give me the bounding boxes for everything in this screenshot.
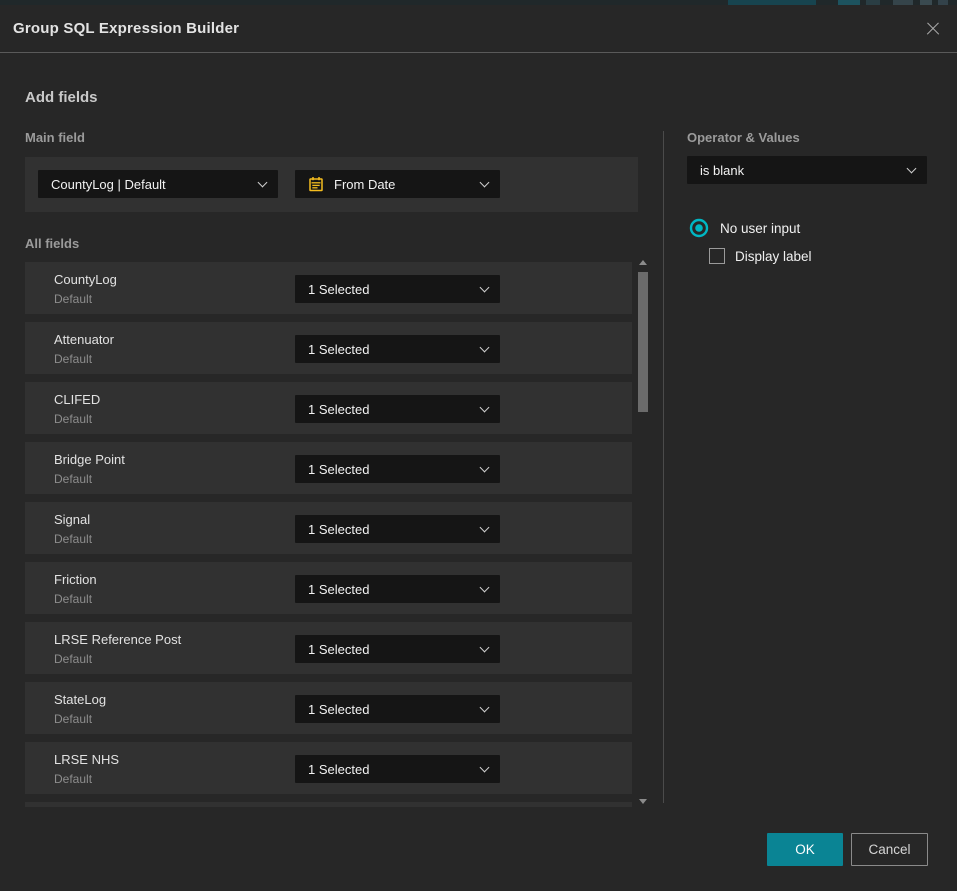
ok-button[interactable]: OK xyxy=(767,833,843,866)
field-row: CountyLog Default 1 Selected xyxy=(25,262,632,314)
field-row-selected: 1 Selected xyxy=(308,582,473,597)
dialog-title: Group SQL Expression Builder xyxy=(13,20,239,37)
field-row-selected: 1 Selected xyxy=(308,462,473,477)
field-row-selected: 1 Selected xyxy=(308,702,473,717)
field-row-name: LRSE NHS xyxy=(54,752,119,767)
field-row-sub: Default xyxy=(54,472,92,486)
main-field-layer-value: CountyLog | Default xyxy=(51,177,251,192)
fields-list-scrollbar[interactable] xyxy=(638,258,648,806)
field-row-selected: 1 Selected xyxy=(308,522,473,537)
field-row-name: StateLog xyxy=(54,692,106,707)
field-row-name: LRSE Reference Post xyxy=(54,632,181,647)
field-row-name: Friction xyxy=(54,572,97,587)
field-row-sub: Default xyxy=(54,532,92,546)
main-field-field-select[interactable]: From Date xyxy=(295,170,500,198)
field-row-selected: 1 Selected xyxy=(308,762,473,777)
field-row: Friction Default 1 Selected xyxy=(25,562,632,614)
chevron-down-icon xyxy=(480,702,490,712)
scrollbar-down-arrow-icon[interactable] xyxy=(639,799,647,804)
field-row: StateLog Default 1 Selected xyxy=(25,682,632,734)
operator-value: is blank xyxy=(700,163,900,178)
panel-divider xyxy=(663,131,664,803)
field-row-name: Signal xyxy=(54,512,90,527)
field-row-sub: Default xyxy=(54,652,92,666)
main-field-layer-select[interactable]: CountyLog | Default xyxy=(38,170,278,198)
field-row-selected: 1 Selected xyxy=(308,402,473,417)
chevron-down-icon xyxy=(480,642,490,652)
chevron-down-icon xyxy=(480,342,490,352)
checkbox-unchecked-icon xyxy=(709,248,725,264)
field-row-selected-dropdown[interactable]: 1 Selected xyxy=(295,335,500,363)
cancel-button[interactable]: Cancel xyxy=(851,833,928,866)
field-row: Attenuator Default 1 Selected xyxy=(25,322,632,374)
field-row-selected-dropdown[interactable]: 1 Selected xyxy=(295,755,500,783)
chevron-down-icon xyxy=(480,582,490,592)
display-label-label: Display label xyxy=(735,249,812,264)
field-row: Bridge Point Default 1 Selected xyxy=(25,442,632,494)
scrollbar-up-arrow-icon[interactable] xyxy=(639,260,647,265)
group-sql-expression-builder-dialog: Group SQL Expression Builder Add fields … xyxy=(0,5,957,891)
chevron-down-icon xyxy=(480,762,490,772)
field-row-sub: Default xyxy=(54,352,92,366)
radio-selected-icon xyxy=(689,218,709,238)
operator-select[interactable]: is blank xyxy=(687,156,927,184)
field-row-selected: 1 Selected xyxy=(308,642,473,657)
field-row-selected-dropdown[interactable]: 1 Selected xyxy=(295,395,500,423)
field-row-sub: Default xyxy=(54,292,92,306)
field-row-sub: Default xyxy=(54,412,92,426)
field-row-sub: Default xyxy=(54,592,92,606)
field-row-selected-dropdown[interactable]: 1 Selected xyxy=(295,455,500,483)
chevron-down-icon xyxy=(480,462,490,472)
field-row: LRSE Reference Post Default 1 Selected xyxy=(25,622,632,674)
scrollbar-thumb[interactable] xyxy=(638,272,648,412)
main-field-panel: CountyLog | Default From Date xyxy=(25,157,638,212)
all-fields-list: CountyLog Default 1 Selected Attenuator … xyxy=(25,262,632,807)
field-row-sub: Default xyxy=(54,712,92,726)
field-row-selected-dropdown[interactable]: 1 Selected xyxy=(295,695,500,723)
close-button[interactable] xyxy=(923,19,943,39)
field-row-name: Attenuator xyxy=(54,332,114,347)
operator-values-label: Operator & Values xyxy=(687,130,800,145)
field-row-sub: Default xyxy=(54,772,92,786)
no-user-input-radio[interactable]: No user input xyxy=(689,218,800,238)
field-row-selected: 1 Selected xyxy=(308,282,473,297)
no-user-input-label: No user input xyxy=(720,221,800,236)
calendar-icon xyxy=(308,176,324,192)
main-field-field-value: From Date xyxy=(334,177,473,192)
field-row: LRSE NHS Default 1 Selected xyxy=(25,742,632,794)
add-fields-heading: Add fields xyxy=(25,89,98,106)
chevron-down-icon xyxy=(480,522,490,532)
chevron-down-icon xyxy=(480,177,490,187)
field-row-name: CountyLog xyxy=(54,272,117,287)
field-row-selected-dropdown[interactable]: 1 Selected xyxy=(295,275,500,303)
all-fields-label: All fields xyxy=(25,236,79,251)
main-field-label: Main field xyxy=(25,130,85,145)
chevron-down-icon xyxy=(907,163,917,173)
dialog-titlebar: Group SQL Expression Builder xyxy=(0,5,957,53)
field-row-selected-dropdown[interactable]: 1 Selected xyxy=(295,515,500,543)
field-row: CLIFED Default 1 Selected xyxy=(25,382,632,434)
chevron-down-icon xyxy=(480,402,490,412)
field-row-selected: 1 Selected xyxy=(308,342,473,357)
field-row-selected-dropdown[interactable]: 1 Selected xyxy=(295,575,500,603)
display-label-checkbox[interactable]: Display label xyxy=(709,248,812,264)
chevron-down-icon xyxy=(480,282,490,292)
close-icon xyxy=(923,19,943,39)
field-row-name: CLIFED xyxy=(54,392,100,407)
field-row-selected-dropdown[interactable]: 1 Selected xyxy=(295,635,500,663)
field-row: Signal Default 1 Selected xyxy=(25,502,632,554)
chevron-down-icon xyxy=(258,177,268,187)
field-row-partial xyxy=(25,802,632,807)
field-row-name: Bridge Point xyxy=(54,452,125,467)
